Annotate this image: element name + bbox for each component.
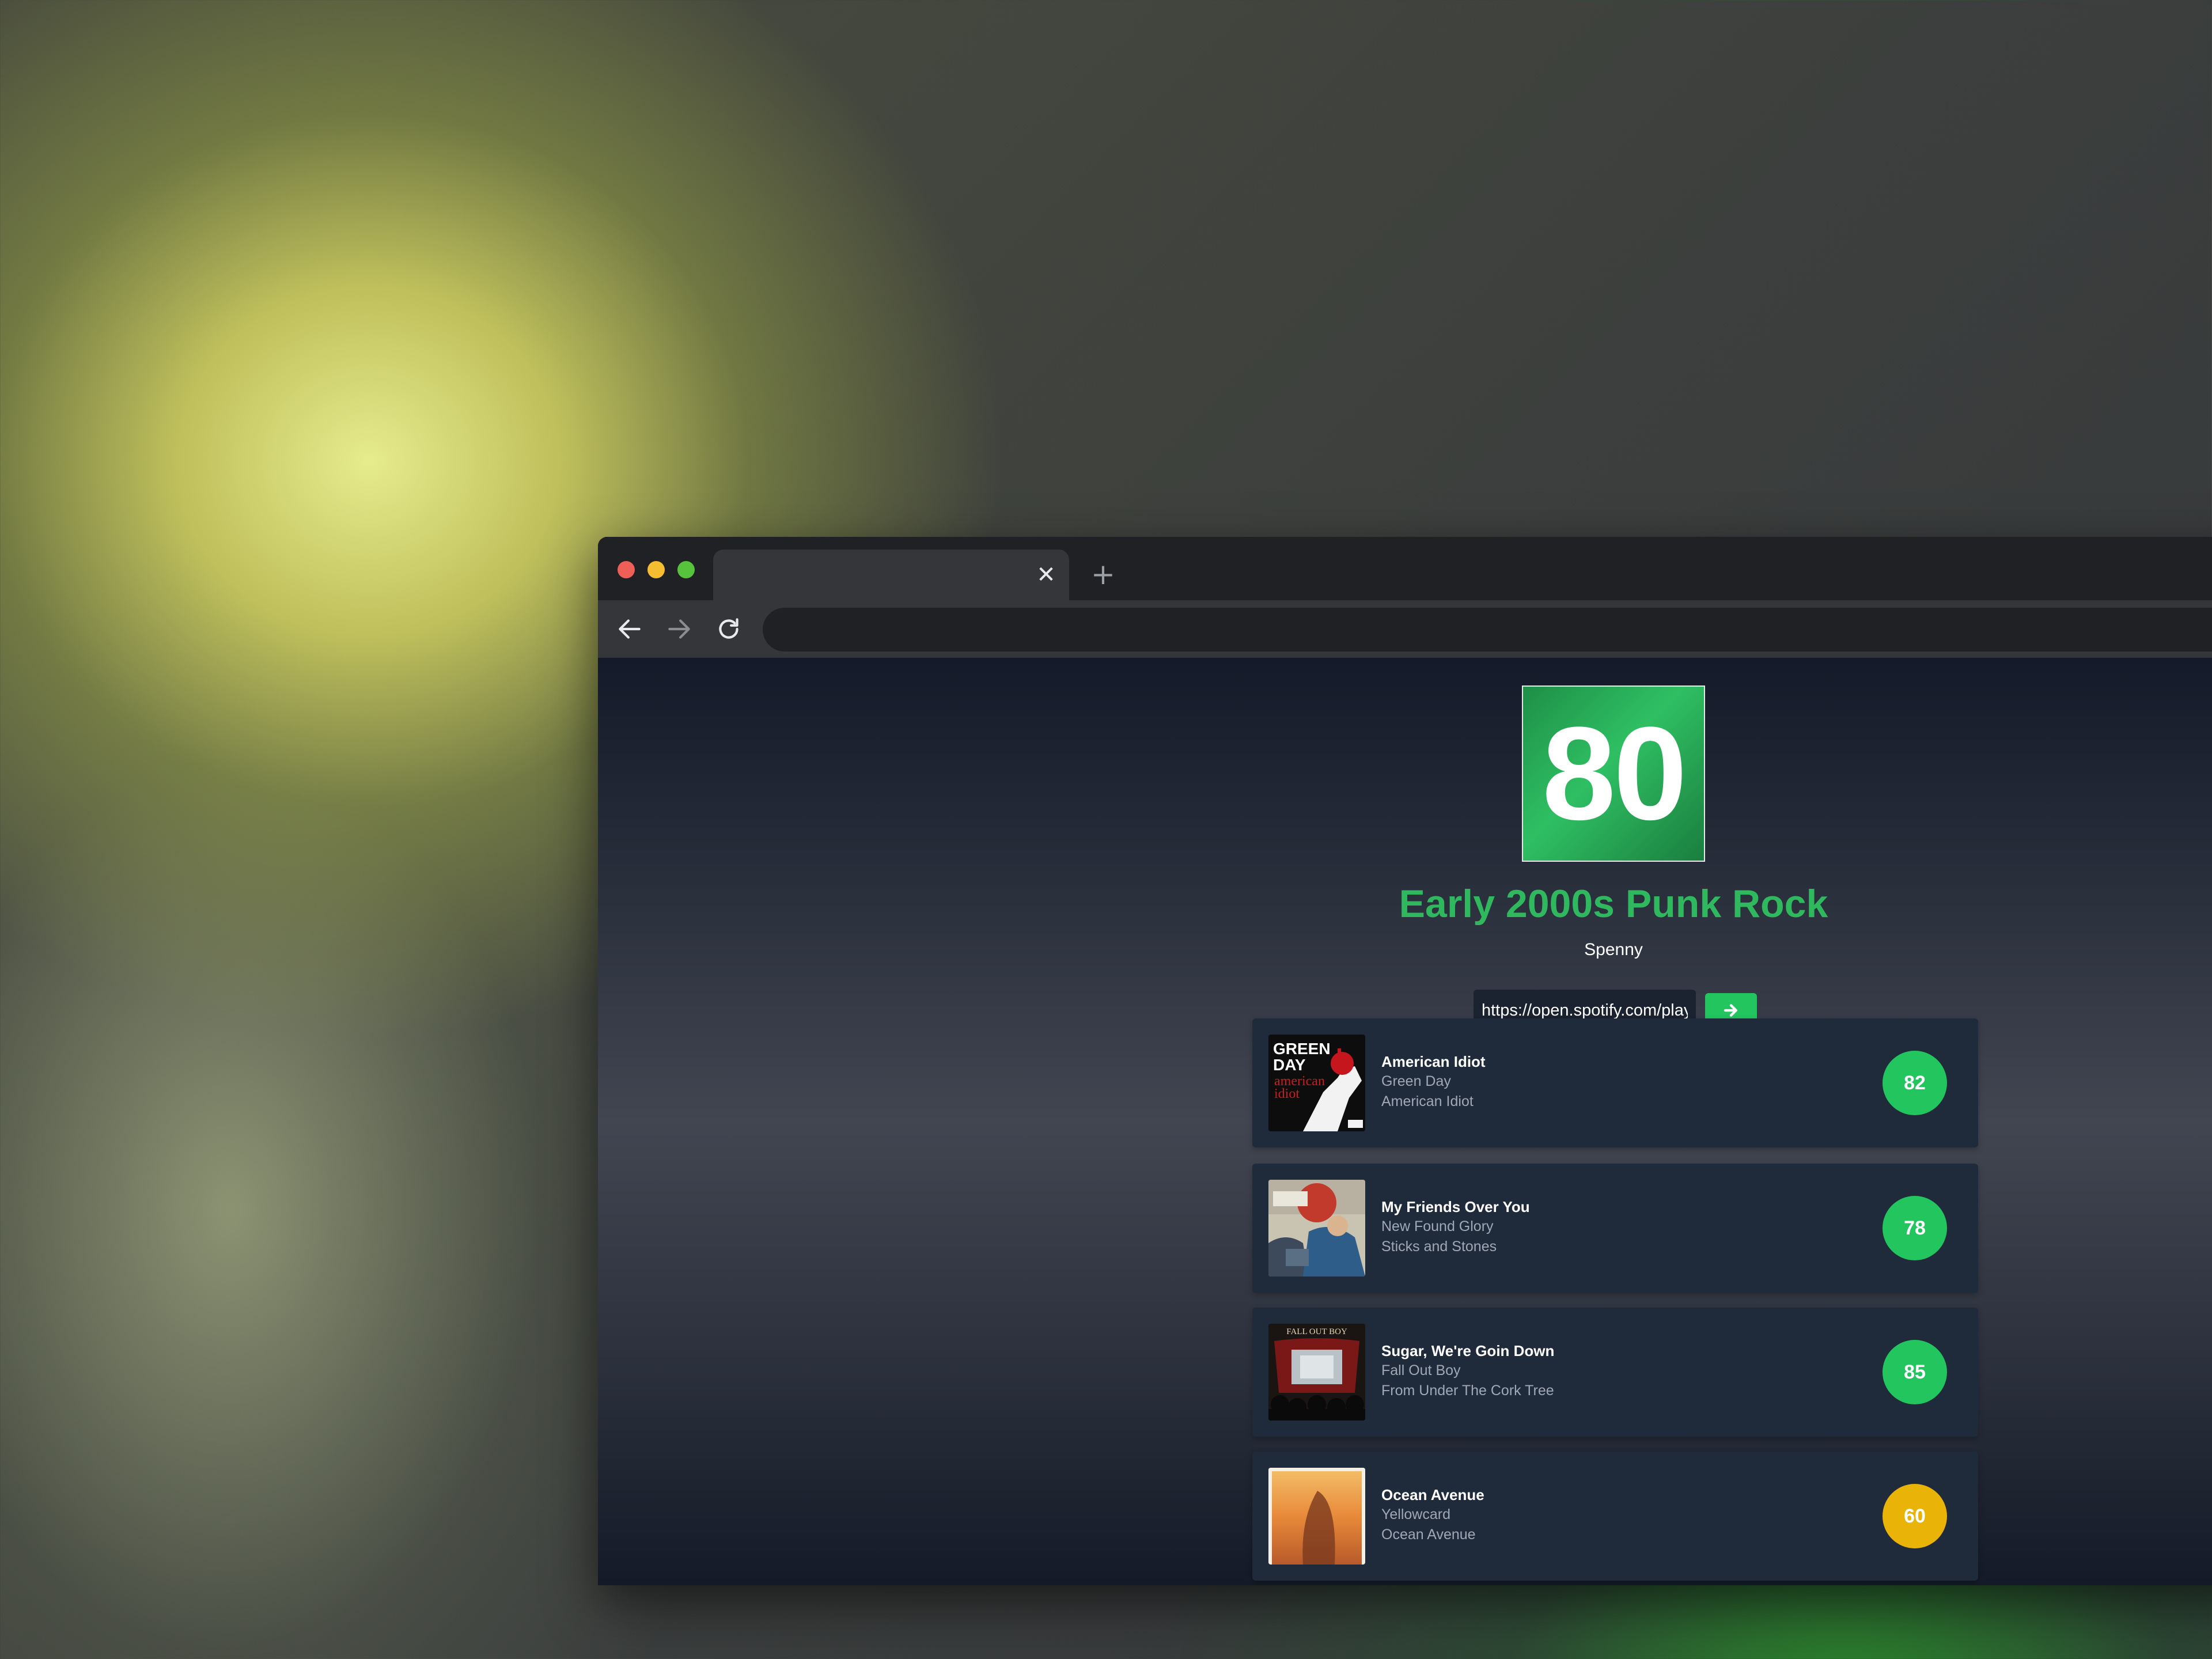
arrow-left-icon: [619, 619, 641, 639]
track-name: Sugar, We're Goin Down: [1381, 1342, 1555, 1359]
track-card[interactable]: GREEN DAY american idiot American Idiot …: [1252, 1018, 1978, 1147]
address-bar[interactable]: [763, 608, 2212, 652]
track-score-badge: 78: [1883, 1196, 1947, 1260]
track-album: Sticks and Stones: [1381, 1238, 1497, 1255]
album-cover: [1268, 1468, 1365, 1565]
track-name: My Friends Over You: [1381, 1198, 1530, 1215]
track-album: From Under The Cork Tree: [1381, 1382, 1554, 1399]
track-album: Ocean Avenue: [1381, 1527, 1476, 1543]
track-score-badge: 82: [1883, 1051, 1947, 1115]
close-icon[interactable]: ✕: [1035, 563, 1058, 586]
minimize-window-button[interactable]: [647, 561, 665, 578]
cover-text: GREEN: [1273, 1040, 1331, 1058]
browser-toolbar: [598, 600, 2212, 658]
browser-tab[interactable]: ✕: [713, 550, 1069, 600]
track-name: Ocean Avenue: [1381, 1486, 1484, 1503]
reload-icon: [719, 618, 738, 639]
tab-bar: ✕ +: [598, 537, 2212, 600]
maximize-window-button[interactable]: [677, 561, 695, 578]
forward-button[interactable]: [665, 615, 694, 643]
album-cover: [1268, 1180, 1365, 1277]
track-artist: New Found Glory: [1381, 1218, 1494, 1234]
track-name: American Idiot: [1381, 1053, 1486, 1070]
new-tab-button[interactable]: +: [1089, 560, 1118, 589]
track-artist: Green Day: [1381, 1073, 1451, 1089]
cover-text: idiot: [1274, 1086, 1300, 1101]
reload-button[interactable]: [714, 615, 743, 643]
playlist-score: 80: [1542, 699, 1687, 847]
track-score-badge: 85: [1883, 1340, 1947, 1404]
track-card[interactable]: Ocean Avenue Yellowcard Ocean Avenue 60: [1252, 1452, 1978, 1581]
close-window-button[interactable]: [618, 561, 635, 578]
playlist-score-card: 80: [1522, 685, 1705, 862]
arrow-right-icon: [1724, 1004, 1737, 1017]
track-card[interactable]: FALL OUT BOY Sugar, We're Goin Down Fall…: [1252, 1308, 1978, 1437]
back-button[interactable]: [615, 615, 644, 643]
page-content: 80 Early 2000s Punk Rock Spenny GREEN DA…: [598, 658, 2212, 1585]
track-score-badge: 60: [1883, 1484, 1947, 1548]
album-cover: GREEN DAY american idiot: [1268, 1035, 1365, 1131]
cover-text: DAY: [1273, 1056, 1306, 1074]
track-card[interactable]: My Friends Over You New Found Glory Stic…: [1252, 1164, 1978, 1293]
browser-window: ✕ + 80 Early 2000s Punk Rock Spenny http…: [598, 537, 2212, 1585]
album-cover: FALL OUT BOY: [1268, 1324, 1365, 1421]
playlist-title: Early 2000s Punk Rock: [1399, 882, 1828, 926]
arrow-right-icon: [668, 619, 690, 639]
playlist-owner: Spenny: [1584, 940, 1643, 959]
track-artist: Fall Out Boy: [1381, 1362, 1461, 1378]
track-album: American Idiot: [1381, 1093, 1474, 1109]
cover-text: FALL OUT BOY: [1286, 1327, 1347, 1336]
track-artist: Yellowcard: [1381, 1506, 1450, 1522]
